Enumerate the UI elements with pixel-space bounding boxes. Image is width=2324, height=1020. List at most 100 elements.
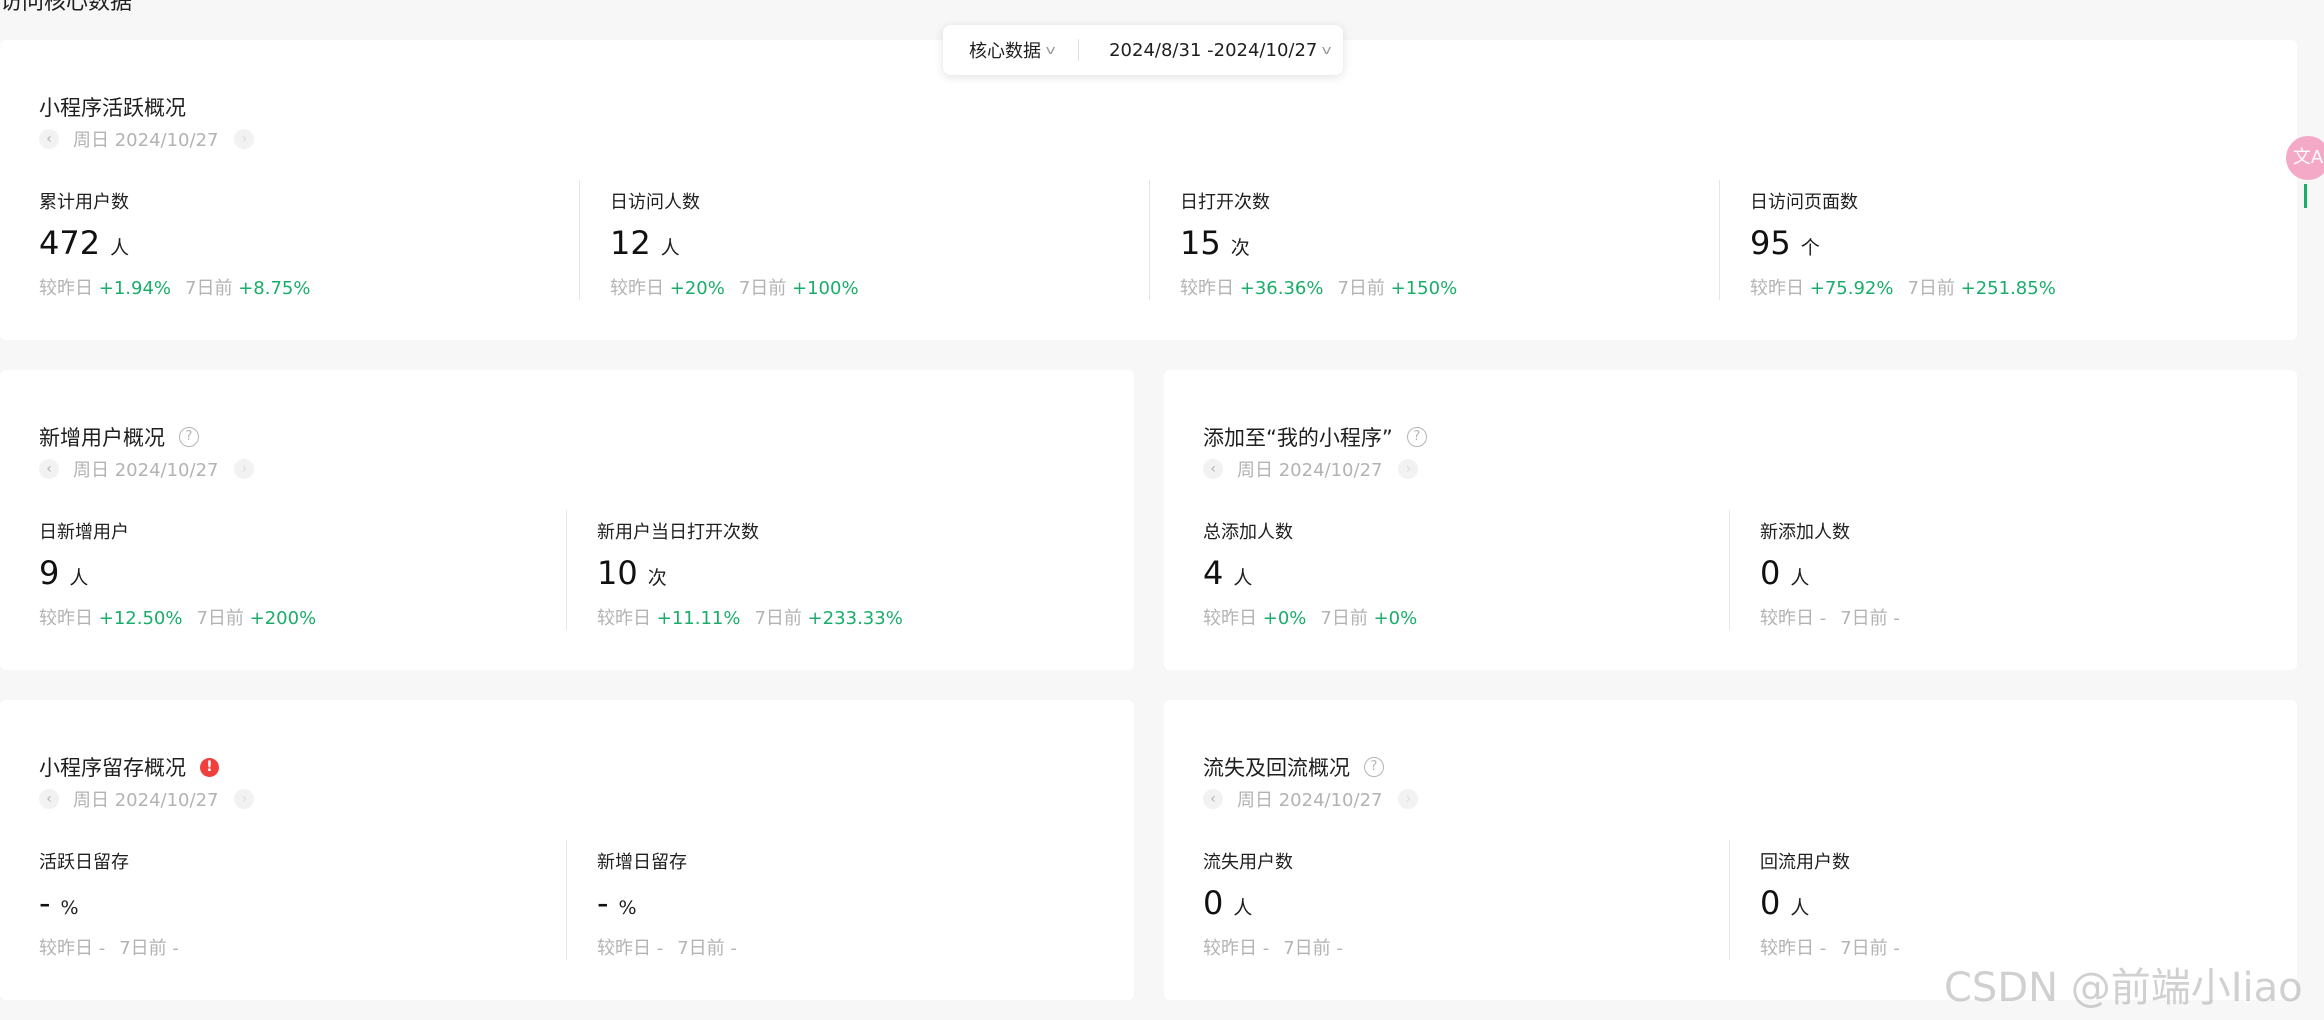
metric-label: 日新增用户 [39,522,129,543]
metric-unit: 次 [1230,237,1250,259]
card-title-text: 小程序留存概况 [39,756,186,780]
metric-churned-users: 流失用户数 0人 较昨日 -7日前 - [1203,840,1729,960]
metric-compare: 较昨日 +12.50% 7日前 +200% [39,608,317,629]
metric-label: 日访问页面数 [1750,192,1858,213]
prev-day-button[interactable]: ‹ [1203,459,1223,479]
metric-returning-users: 回流用户数 0人 较昨日 -7日前 - [1729,840,2280,960]
day-change: +75.92% [1809,278,1894,299]
toolbar-divider [1078,39,1080,61]
data-type-select[interactable]: 核心数据 v [969,37,1056,63]
next-day-button[interactable]: › [234,789,255,809]
metric-active-retention: 活跃日留存 -% 较昨日 -7日前 - [39,840,566,960]
card-title-text: 流失及回流概况 [1203,756,1350,780]
translate-icon[interactable]: 文A [2286,136,2324,180]
day-change: - [1819,608,1827,629]
filter-toolbar: 核心数据 v 2024/8/31 -2024/10/27 v [943,25,1343,75]
week-change: +150% [1390,278,1458,299]
metric-new-added: 新添加人数 0人 较昨日 -7日前 - [1729,510,2280,630]
metric-label: 流失用户数 [1203,852,1293,873]
metric-value: 10 [597,554,638,592]
metric-total-added: 总添加人数 4人 较昨日 +0% 7日前 +0% [1203,510,1729,630]
metric-daily-visitors: 日访问人数 12 人 较昨日 +20% 7日前 +100% [579,180,1150,300]
prev-day-button[interactable]: ‹ [1203,789,1223,809]
card-title-text: 添加至“我的小程序” [1203,426,1393,450]
week-change: +200% [249,608,317,629]
card-title: 流失及回流概况? [1203,752,1384,782]
card-title: 新增用户概况? [39,422,199,452]
week-change: +0% [1373,608,1418,629]
prev-day-button[interactable]: ‹ [39,459,59,479]
nav-date: 周日 2024/10/27 [1237,790,1383,811]
metric-value: 0 [1203,884,1224,922]
card-title-text: 新增用户概况 [39,426,165,450]
help-icon[interactable]: ? [179,427,199,447]
metric-compare: 较昨日 +20% 7日前 +100% [610,278,859,299]
metric-compare: 较昨日 -7日前 - [597,938,737,959]
metric-compare: 较昨日 -7日前 - [1203,938,1343,959]
metrics-row: 流失用户数 0人 较昨日 -7日前 - 回流用户数 0人 较昨日 -7日前 - [1164,840,2297,960]
metric-label: 累计用户数 [39,192,129,213]
week-change: - [172,938,179,959]
metric-unit: 人 [660,237,680,259]
active-overview-card: 小程序活跃概况 ‹ 周日 2024/10/27 › 累计用户数 472 人 较昨日… [0,40,2297,340]
nav-date: 周日 2024/10/27 [73,130,219,151]
card-title-text: 小程序活跃概况 [39,96,186,120]
warning-icon[interactable]: ! [200,757,219,777]
nav-date: 周日 2024/10/27 [1237,460,1383,481]
day-change: - [98,938,106,959]
watermark: CSDN @前端小Iiao [1944,965,2303,1011]
metric-compare: 较昨日 +36.36% 7日前 +150% [1180,278,1458,299]
next-day-button[interactable]: › [1398,789,1419,809]
metric-value: 9 [39,554,60,592]
prev-day-button[interactable]: ‹ [39,789,59,809]
next-day-button[interactable]: › [1398,459,1419,479]
metric-value: 4 [1203,554,1224,592]
metric-label: 回流用户数 [1760,852,1850,873]
metric-value: - [39,884,51,922]
metric-new-retention: 新增日留存 -% 较昨日 -7日前 - [566,840,1117,960]
metric-daily-opens: 日打开次数 15 次 较昨日 +36.36% 7日前 +150% [1149,180,1720,300]
metric-new-users: 日新增用户 9人 较昨日 +12.50% 7日前 +200% [39,510,566,630]
date-range-picker[interactable]: 2024/8/31 -2024/10/27 v [1109,40,1332,61]
metric-unit: 人 [110,237,130,259]
next-day-button[interactable]: › [234,129,255,149]
date-navigator: ‹ 周日 2024/10/27 › [1203,786,1419,812]
week-change: +100% [792,278,859,299]
nav-date: 周日 2024/10/27 [73,790,219,811]
metric-unit: 人 [1790,897,1810,919]
metric-unit: 个 [1800,237,1820,259]
day-change: +0% [1262,608,1307,629]
metric-value: - [597,884,609,922]
nav-date: 周日 2024/10/27 [73,460,219,481]
metric-value: 15 [1180,224,1221,262]
metric-label: 活跃日留存 [39,852,129,873]
metric-label: 日打开次数 [1180,192,1270,213]
week-change: - [730,938,737,959]
day-change: - [656,938,664,959]
help-icon[interactable]: ? [1364,757,1384,777]
metric-label: 新用户当日打开次数 [597,522,759,543]
metric-value: 95 [1750,224,1791,262]
metric-compare: 较昨日 -7日前 - [1760,938,1900,959]
page-title: 访问核心数据 [0,0,133,15]
card-title: 小程序留存概况! [39,752,219,782]
day-change: +12.50% [98,608,183,629]
week-change: +251.85% [1960,278,2056,299]
metric-value: 472 [39,224,101,262]
metric-compare: 较昨日 +11.11% 7日前 +233.33% [597,608,903,629]
day-change: - [1262,938,1270,959]
prev-day-button[interactable]: ‹ [39,129,59,149]
metric-daily-pageviews: 日访问页面数 95 个 较昨日 +75.92% 7日前 +251.85% [1719,180,2280,300]
day-change: +20% [669,278,725,299]
metric-unit: 人 [1790,567,1810,589]
week-change: - [1893,608,1900,629]
metrics-row: 累计用户数 472 人 较昨日 +1.94% 7日前 +8.75% 日访问人数 12… [0,180,2297,300]
day-change: +11.11% [656,608,741,629]
metric-label: 新增日留存 [597,852,687,873]
metric-unit: 人 [1233,567,1253,589]
date-navigator: ‹ 周日 2024/10/27 › [39,786,255,812]
help-icon[interactable]: ? [1406,427,1427,447]
metric-compare: 较昨日 +75.92% 7日前 +251.85% [1750,278,2056,299]
next-day-button[interactable]: › [234,459,255,479]
new-users-card: 新增用户概况? ‹ 周日 2024/10/27 › 日新增用户 9人 较昨日 +… [0,370,1134,670]
